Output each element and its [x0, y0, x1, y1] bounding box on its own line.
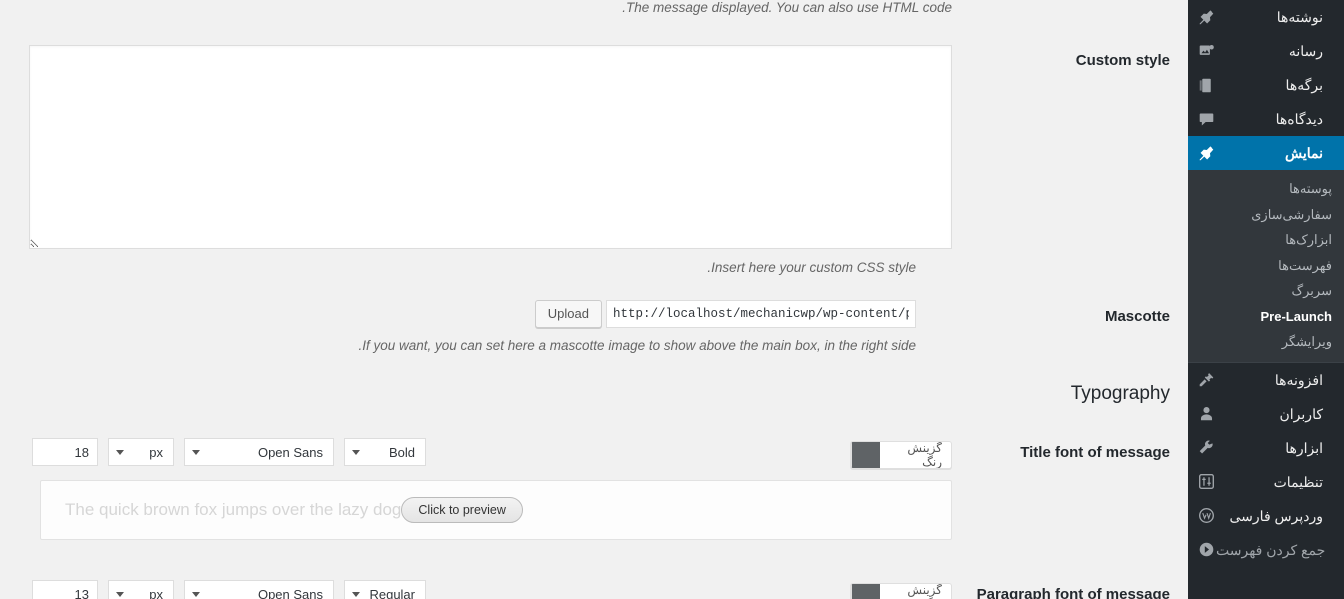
sidebar-item-label: رسانه — [1288, 43, 1323, 59]
sidebar-item-label: دیدگاه‌ها — [1275, 111, 1323, 127]
custom-style-hint: .Insert here your custom CSS style — [707, 260, 916, 275]
sidebar-item-tools[interactable]: ابزارها — [1188, 431, 1344, 465]
chevron-down-icon — [352, 592, 360, 597]
sidebar-item-users[interactable]: کاربران — [1188, 397, 1344, 431]
color-picker-label: گزینش رنگ — [907, 583, 942, 599]
mascotte-hint: .If you want, you can set here a mascott… — [358, 338, 916, 353]
sidebar-item-settings[interactable]: تنظیمات — [1188, 465, 1344, 499]
custom-style-label: Custom style — [1075, 52, 1170, 69]
title-font-preview-box: The quick brown fox jumps over the lazy … — [40, 480, 952, 540]
title-font-label: Title font of message — [1020, 444, 1170, 461]
chevron-down-icon — [192, 592, 200, 597]
paragraph-font-size-input[interactable]: 13 — [32, 580, 98, 599]
paragraph-font-family-value: Open Sans — [257, 586, 323, 599]
paragraph-font-color-picker[interactable]: گزینش رنگ — [850, 583, 952, 599]
color-swatch[interactable] — [851, 584, 880, 599]
submenu-item-header[interactable]: سربرگ — [1188, 278, 1344, 304]
submenu-item-pre-launch[interactable]: Pre-Launch — [1188, 304, 1344, 330]
sidebar-item-label: کاربران — [1279, 405, 1323, 422]
color-swatch[interactable] — [851, 442, 880, 468]
title-font-preview-button[interactable]: Click to preview — [401, 497, 523, 523]
wp-persian-icon — [1196, 506, 1216, 526]
chevron-down-icon — [192, 450, 200, 455]
title-font-family-value: Open Sans — [257, 444, 323, 460]
paragraph-font-unit-value: px — [149, 586, 163, 599]
main-content: .The message displayed. You can also use… — [0, 0, 1188, 599]
custom-style-textarea[interactable] — [29, 45, 952, 249]
chevron-down-icon — [116, 450, 124, 455]
color-picker-label: گزینش رنگ — [907, 441, 942, 469]
sidebar-item-posts[interactable]: نوشته‌ها — [1188, 0, 1344, 34]
comments-icon — [1196, 109, 1216, 129]
sidebar-item-label: نوشته‌ها — [1276, 9, 1323, 25]
plugins-icon — [1196, 370, 1216, 390]
mascotte-label: Mascotte — [1104, 308, 1170, 325]
paragraph-font-weight-select[interactable]: Regular — [344, 580, 426, 599]
collapse-menu-label: جمع کردن فهرست — [1216, 541, 1326, 558]
admin-screen: .The message displayed. You can also use… — [0, 0, 1344, 599]
submenu-item-editor[interactable]: ویرایشگر — [1188, 329, 1344, 355]
typography-section-title: Typography — [1070, 383, 1170, 404]
settings-icon — [1196, 472, 1216, 492]
submenu-item-customize[interactable]: سفارشی‌سازی — [1188, 202, 1344, 228]
sidebar-item-comments[interactable]: دیدگاه‌ها — [1188, 102, 1344, 136]
sidebar-item-label: نمایش — [1284, 145, 1323, 161]
sidebar-item-pages[interactable]: برگه‌ها — [1188, 68, 1344, 102]
sidebar-item-appearance[interactable]: نمایش — [1180, 136, 1344, 170]
paragraph-font-family-select[interactable]: Open Sans — [184, 580, 334, 599]
pin-icon — [1196, 7, 1216, 27]
sidebar-item-wp-persian[interactable]: وردپرس فارسی — [1188, 499, 1344, 533]
title-font-weight-value: Bold — [388, 444, 415, 460]
collapse-icon — [1196, 540, 1216, 560]
pages-icon — [1196, 75, 1216, 95]
title-font-family-select[interactable]: Open Sans — [184, 438, 334, 466]
title-font-unit-value: px — [149, 444, 163, 460]
appearance-icon — [1196, 143, 1216, 163]
collapse-menu-button[interactable]: جمع کردن فهرست — [1188, 533, 1344, 567]
submenu-item-themes[interactable]: پوسته‌ها — [1188, 176, 1344, 202]
title-font-color-picker[interactable]: گزینش رنگ — [850, 441, 952, 469]
message-hint: .The message displayed. You can also use… — [622, 0, 952, 15]
title-font-preview-text: The quick brown fox jumps over the lazy … — [65, 500, 402, 519]
mascotte-url-input[interactable] — [606, 300, 916, 328]
appearance-submenu: پوسته‌ها سفارشی‌سازی ابزارک‌ها فهرست‌ها … — [1188, 170, 1344, 362]
users-icon — [1196, 404, 1216, 424]
submenu-item-menus[interactable]: فهرست‌ها — [1188, 253, 1344, 279]
title-font-size-input[interactable]: 18 — [32, 438, 98, 466]
sidebar-item-label: افزونه‌ها — [1274, 371, 1323, 388]
upload-button[interactable]: Upload — [534, 300, 602, 328]
paragraph-font-label: Paragraph font of message — [976, 586, 1170, 599]
title-font-weight-select[interactable]: Bold — [344, 438, 426, 466]
sidebar-item-label: برگه‌ها — [1285, 77, 1323, 93]
admin-sidebar: نوشته‌ها رسانه برگه‌ها — [1180, 0, 1344, 599]
sidebar-item-label: ابزارها — [1285, 439, 1323, 456]
chevron-down-icon — [352, 450, 360, 455]
media-icon — [1196, 41, 1216, 61]
sidebar-item-label: وردپرس فارسی — [1229, 507, 1323, 524]
sidebar-item-media[interactable]: رسانه — [1188, 34, 1344, 68]
title-font-unit-select[interactable]: px — [108, 438, 174, 466]
sidebar-item-label: تنظیمات — [1273, 473, 1323, 490]
paragraph-font-weight-value: Regular — [369, 586, 415, 599]
sidebar-item-plugins[interactable]: افزونه‌ها — [1188, 363, 1344, 397]
paragraph-font-unit-select[interactable]: px — [108, 580, 174, 599]
submenu-item-widgets[interactable]: ابزارک‌ها — [1188, 227, 1344, 253]
tools-icon — [1196, 438, 1216, 458]
chevron-down-icon — [116, 592, 124, 597]
